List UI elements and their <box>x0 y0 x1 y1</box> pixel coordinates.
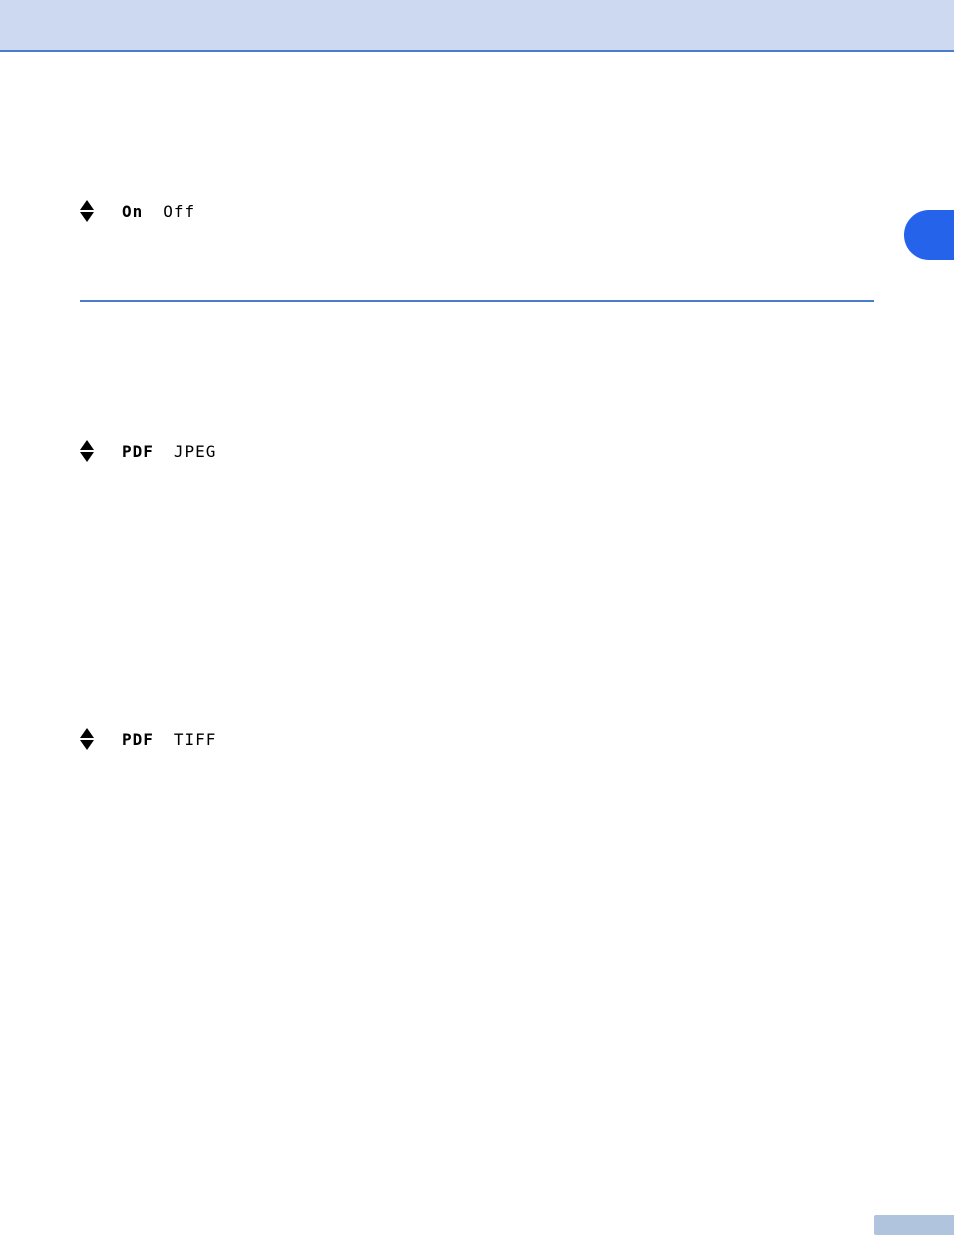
section-1-arrow-down[interactable] <box>80 212 94 222</box>
section-2-option-jpeg[interactable]: JPEG <box>174 442 217 461</box>
section-1-control-row: On Off <box>80 200 874 222</box>
section-3-control-row: PDF TIFF <box>80 728 874 750</box>
section-3-arrows[interactable] <box>80 728 94 750</box>
section-2: PDF JPEG <box>80 312 874 590</box>
section-3-bottom-spacer <box>80 768 874 798</box>
scrollbar-bottom[interactable] <box>874 1215 954 1235</box>
section-3-option-tiff[interactable]: TIFF <box>174 730 217 749</box>
section-1-option-on[interactable]: On <box>122 202 143 221</box>
section-1-arrows[interactable] <box>80 200 94 222</box>
section-2-arrows[interactable] <box>80 440 94 462</box>
section-2-extra-spacer <box>80 510 874 540</box>
section-3-spacer <box>80 680 874 710</box>
section-2-control-row: PDF JPEG <box>80 440 874 462</box>
section-2-arrow-down[interactable] <box>80 452 94 462</box>
section-3-option-pdf[interactable]: PDF <box>122 730 154 749</box>
section-3-arrow-down[interactable] <box>80 740 94 750</box>
section-3-arrow-up[interactable] <box>80 728 94 738</box>
section-1-bottom-spacer <box>80 240 874 270</box>
section-1-options: On Off <box>122 202 195 221</box>
section-2-option-pdf[interactable]: PDF <box>122 442 154 461</box>
section-2-options: PDF JPEG <box>122 442 216 461</box>
section-3-description <box>80 620 874 680</box>
section-2-description <box>80 332 874 392</box>
section-1: On Off <box>80 72 874 290</box>
header-bar <box>0 0 954 52</box>
section-3-extra-spacer <box>80 798 874 828</box>
section-3-extra-spacer2 <box>80 828 874 858</box>
section-1-option-off[interactable]: Off <box>163 202 195 221</box>
section-3: PDF TIFF <box>80 600 874 878</box>
section-2-spacer <box>80 392 874 422</box>
section-2-bottom-spacer <box>80 480 874 510</box>
section-1-arrow-up[interactable] <box>80 200 94 210</box>
section-3-options: PDF TIFF <box>122 730 216 749</box>
section-divider-1 <box>80 300 874 302</box>
section-1-spacer <box>80 152 874 182</box>
main-content: On Off PDF JPEG <box>0 52 954 908</box>
section-2-arrow-up[interactable] <box>80 440 94 450</box>
section-1-description <box>80 92 874 152</box>
section-2-extra-spacer2 <box>80 540 874 570</box>
